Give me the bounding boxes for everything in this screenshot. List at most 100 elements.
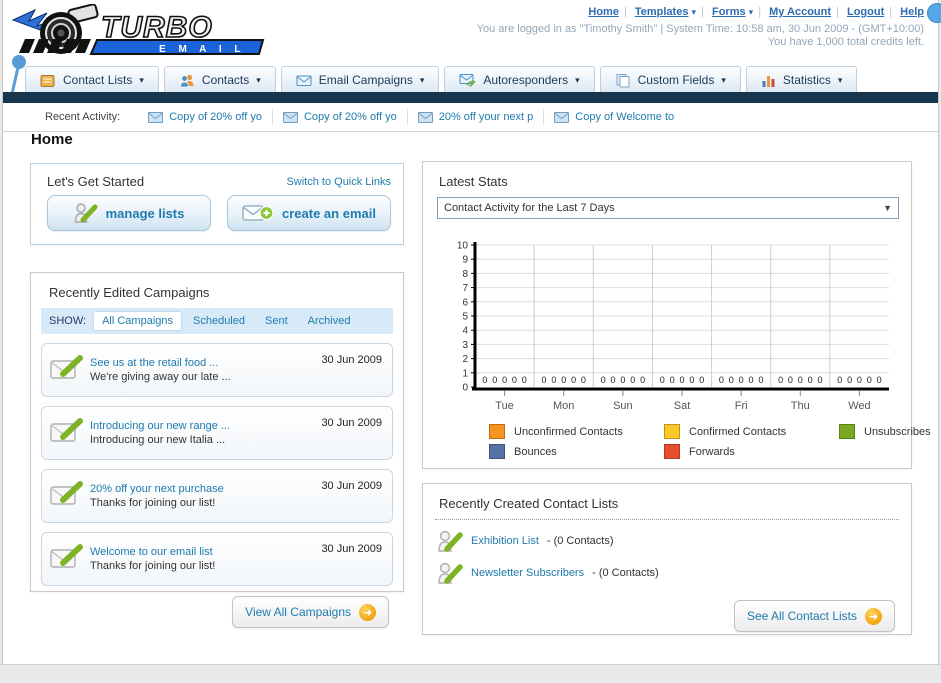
- svg-text:Mon: Mon: [553, 400, 574, 412]
- dropdown-arrow-icon: ▾: [691, 7, 697, 17]
- recent-activity-item[interactable]: Copy of 20% off yo: [138, 109, 273, 125]
- nav-templates-link[interactable]: Templates: [635, 6, 689, 18]
- campaign-filter-bar: SHOW: All Campaigns Scheduled Sent Archi…: [41, 308, 393, 334]
- campaign-row[interactable]: Welcome to our email list Thanks for joi…: [41, 532, 393, 586]
- nav-forms-link[interactable]: Forms: [712, 6, 746, 18]
- see-all-contact-lists-button[interactable]: See All Contact Lists ➜: [733, 600, 895, 632]
- view-all-campaigns-button[interactable]: View All Campaigns ➜: [232, 596, 389, 628]
- logo: TURBO E M A I L: [9, 3, 277, 61]
- page-title: Home: [31, 131, 73, 148]
- campaign-title-link[interactable]: Welcome to our email list: [90, 546, 321, 558]
- manage-lists-button[interactable]: manage lists: [47, 195, 211, 231]
- svg-text:Sun: Sun: [613, 400, 633, 412]
- legend-swatch: [489, 444, 505, 459]
- contact-list-count: - (0 Contacts): [592, 567, 659, 579]
- recent-activity-item[interactable]: 20% off your next p: [408, 109, 545, 125]
- campaign-date: 30 Jun 2009: [321, 354, 382, 366]
- recent-activity-item[interactable]: Copy of Welcome to: [544, 109, 684, 125]
- svg-text:0: 0: [581, 375, 586, 385]
- credits-info: You have 1,000 total credits left.: [767, 36, 924, 48]
- contact-list-row[interactable]: Exhibition List - (0 Contacts): [423, 524, 911, 556]
- help-bubble-icon[interactable]: [927, 3, 941, 23]
- legend-item: Bounces: [489, 444, 664, 459]
- latest-stats-title: Latest Stats: [439, 174, 508, 189]
- recent-activity-item[interactable]: Copy of 20% off yo: [273, 109, 408, 125]
- tab-email-campaigns[interactable]: Email Campaigns ▾: [280, 66, 440, 93]
- legend-swatch: [664, 424, 680, 439]
- svg-text:0: 0: [689, 375, 694, 385]
- svg-text:0: 0: [551, 375, 556, 385]
- svg-text:0: 0: [620, 375, 625, 385]
- svg-text:0: 0: [541, 375, 546, 385]
- envelope-icon: [148, 111, 164, 123]
- svg-text:0: 0: [640, 375, 645, 385]
- recent-campaigns-panel: Recently Edited Campaigns SHOW: All Camp…: [30, 272, 404, 628]
- envelope-icon: [554, 111, 570, 123]
- campaign-row[interactable]: Introducing our new range ... Introducin…: [41, 406, 393, 460]
- svg-text:8: 8: [462, 269, 468, 280]
- envelope-icon: [417, 111, 433, 123]
- contact-activity-chart: 0 1 2 3 4 5 6 7 8 9 10 0 0 0 0 0 Tue 0 0 0 0 0 Mon 0 0 0 0 0 Sun 0 0 0 0…: [445, 235, 911, 420]
- svg-text:6: 6: [462, 297, 468, 308]
- switch-quick-links-link[interactable]: Switch to Quick Links: [286, 176, 391, 188]
- envelope-plus-icon: [242, 205, 274, 221]
- tab-autoresponders[interactable]: Autoresponders ▾: [444, 66, 595, 93]
- nav-home-link[interactable]: Home: [588, 6, 619, 18]
- legend-item: Unsubscribes: [839, 424, 941, 439]
- contact-list-link[interactable]: Exhibition List: [471, 535, 539, 547]
- campaign-subtitle: Thanks for joining our list!: [90, 497, 216, 509]
- filter-archived[interactable]: Archived: [300, 312, 359, 330]
- campaign-date: 30 Jun 2009: [321, 417, 382, 429]
- campaign-title-link[interactable]: 20% off your next purchase: [90, 483, 321, 495]
- svg-text:0: 0: [561, 375, 566, 385]
- legend-swatch: [489, 424, 505, 439]
- contact-list-row[interactable]: Newsletter Subscribers - (0 Contacts): [423, 556, 911, 588]
- create-email-button[interactable]: create an email: [227, 195, 391, 231]
- filter-all-campaigns[interactable]: All Campaigns: [94, 312, 181, 330]
- svg-text:0: 0: [679, 375, 684, 385]
- envelope-icon: [282, 111, 298, 123]
- tab-contacts[interactable]: Contacts ▾: [163, 66, 276, 93]
- svg-text:0: 0: [571, 375, 576, 385]
- campaign-row[interactable]: See us at the retail food ... We're givi…: [41, 343, 393, 397]
- svg-text:0: 0: [502, 375, 507, 385]
- custom-fields-icon: [616, 73, 630, 87]
- page-footer-strip: [0, 664, 941, 683]
- tab-custom-fields[interactable]: Custom Fields ▾: [599, 66, 741, 93]
- campaign-title-link[interactable]: See us at the retail food ...: [90, 357, 321, 369]
- legend-item: Forwards: [664, 444, 839, 459]
- svg-text:0: 0: [630, 375, 635, 385]
- stats-report-select[interactable]: Contact Activity for the Last 7 Days ▼: [437, 197, 899, 219]
- autoresponders-icon: [459, 74, 476, 87]
- filter-scheduled[interactable]: Scheduled: [185, 312, 253, 330]
- contact-lists-icon: [40, 74, 55, 87]
- getting-started-title: Let's Get Started: [47, 174, 145, 189]
- nav-logout-link[interactable]: Logout: [847, 6, 884, 18]
- dotted-separator: [435, 519, 899, 520]
- envelope-pencil-icon: [50, 543, 83, 568]
- person-pencil-icon: [438, 530, 463, 552]
- nav-my-account-link[interactable]: My Account: [769, 6, 831, 18]
- filter-sent[interactable]: Sent: [257, 312, 296, 330]
- nav-help-link[interactable]: Help: [900, 6, 924, 18]
- svg-text:0: 0: [778, 375, 783, 385]
- campaign-subtitle: We're giving away our late ...: [90, 371, 231, 383]
- content-area: TURBO E M A I L Home | Templates ▾ | Forms…: [2, 0, 941, 665]
- svg-text:0: 0: [847, 375, 852, 385]
- dropdown-arrow-icon: ▾: [721, 74, 726, 85]
- campaign-title-link[interactable]: Introducing our new range ...: [90, 420, 321, 432]
- recent-contact-lists-title: Recently Created Contact Lists: [439, 496, 619, 511]
- dropdown-arrow-icon: ▾: [256, 74, 261, 85]
- tab-statistics[interactable]: Statistics ▾: [745, 66, 858, 93]
- svg-text:0: 0: [660, 375, 665, 385]
- dropdown-arrow-icon: ▾: [748, 7, 754, 17]
- contact-list-link[interactable]: Newsletter Subscribers: [471, 567, 584, 579]
- tab-contact-lists[interactable]: Contact Lists ▾: [25, 66, 159, 93]
- legend-item: Unconfirmed Contacts: [489, 424, 664, 439]
- person-pencil-icon: [74, 203, 98, 223]
- svg-text:0: 0: [867, 375, 872, 385]
- campaign-subtitle: Introducing our new Italia ...: [90, 434, 226, 446]
- dropdown-arrow-icon: ▾: [575, 74, 580, 85]
- app-window: TURBO E M A I L Home | Templates ▾ | Forms…: [0, 0, 941, 683]
- campaign-row[interactable]: 20% off your next purchase Thanks for jo…: [41, 469, 393, 523]
